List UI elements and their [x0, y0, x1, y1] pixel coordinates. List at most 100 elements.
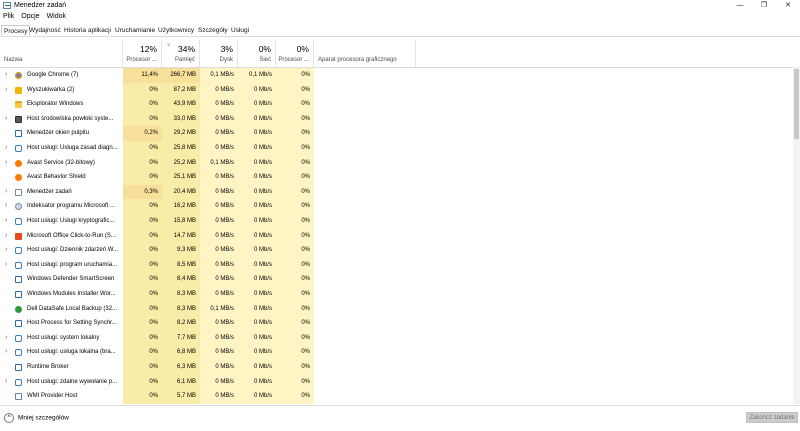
window-app-icon	[15, 276, 22, 284]
table-row[interactable]: › Host usługi: Usługi kryptografic... 0%…	[0, 214, 800, 229]
expand-chevron-icon[interactable]: ›	[5, 331, 7, 346]
menu-view[interactable]: Widok	[47, 13, 66, 20]
expand-chevron-icon[interactable]: ›	[5, 199, 7, 214]
expand-chevron-icon[interactable]: ›	[5, 243, 7, 258]
minimize-button[interactable]: —	[728, 0, 752, 12]
memory-cell: 14,7 MB	[162, 228, 200, 244]
table-row[interactable]: Windows Defender SmartScreen 0% 8,4 MB 0…	[0, 272, 800, 287]
table-row[interactable]: Avast Behavior Shield 0% 25,1 MB 0 MB/s …	[0, 170, 800, 185]
cpu-cell: 0%	[123, 170, 162, 185]
menu-file[interactable]: Plik	[3, 13, 14, 20]
network-cell: 0 Mb/s	[238, 243, 276, 258]
table-row[interactable]: › Host usługi: usługa lokalna (bra... 0%…	[0, 345, 800, 360]
tab-startup[interactable]: Uruchamianie	[113, 25, 157, 36]
expand-chevron-icon[interactable]: ›	[5, 258, 7, 273]
expand-chevron-icon[interactable]: ›	[5, 68, 7, 83]
table-row[interactable]: › Microsoft Office Click-to-Run (S... 0%…	[0, 228, 800, 244]
column-disk[interactable]: 3% Dysk	[200, 40, 238, 67]
disk-cell: 0 MB/s	[200, 316, 238, 331]
gpu-cell: 0%	[276, 287, 314, 302]
memory-cell: 6,8 MB	[162, 345, 200, 360]
column-gpu-engine[interactable]: Aparat procesora graficznego	[314, 40, 416, 67]
vertical-scrollbar[interactable]	[793, 67, 800, 404]
tab-services[interactable]: Usługi	[229, 25, 251, 36]
window-manager-icon	[15, 130, 22, 138]
close-button[interactable]: ✕	[776, 0, 800, 12]
process-name: Windows Defender SmartScreen	[27, 276, 115, 283]
disk-cell: 0 MB/s	[200, 345, 238, 360]
folder-icon	[15, 101, 22, 109]
table-row[interactable]: › Host usługi: program uruchamia... 0% 8…	[0, 257, 800, 273]
disk-cell: 0 MB/s	[200, 126, 238, 141]
menu-bar: Plik Opcje Widok	[0, 13, 70, 23]
memory-cell: 8,3 MB	[162, 287, 200, 302]
expand-chevron-icon[interactable]: ›	[5, 375, 7, 390]
indexer-icon	[15, 203, 22, 211]
expand-chevron-icon[interactable]: ›	[5, 185, 7, 200]
network-cell: 0 Mb/s	[238, 272, 276, 287]
fewer-details-button[interactable]: ^ Mniej szczegółów	[4, 413, 69, 423]
column-name[interactable]: Nazwa	[0, 40, 123, 67]
disk-cell: 0 MB/s	[200, 141, 238, 156]
cpu-total: 12%	[139, 44, 157, 54]
expand-chevron-icon[interactable]: ›	[5, 83, 7, 98]
end-task-button[interactable]: Zakończ zadanie	[746, 412, 798, 423]
table-row[interactable]: › Google Chrome (7) 11,4% 266,7 MB 0,1 M…	[0, 68, 800, 83]
table-row[interactable]: › Host usługi: Dziennik zdarzeń W... 0% …	[0, 243, 800, 258]
column-network[interactable]: 0% Sieć	[238, 40, 276, 67]
process-name-cell: › Host usługi: program uruchamia...	[0, 258, 123, 273]
task-manager-icon	[15, 188, 22, 196]
process-name-cell: WMI Provider Host	[0, 389, 123, 404]
menu-options[interactable]: Opcje	[21, 13, 39, 20]
table-row[interactable]: › Host środowiska powłoki syste... 0% 33…	[0, 111, 800, 127]
table-row[interactable]: Menedżer okien pulpitu 0,2% 29,2 MB 0 MB…	[0, 126, 800, 141]
memory-cell: 7,7 MB	[162, 330, 200, 346]
table-row[interactable]: Eksplorator Windows 0% 43,9 MB 0 MB/s 0 …	[0, 97, 800, 112]
tab-performance[interactable]: Wydajność	[27, 25, 63, 36]
gpu-cell: 0%	[276, 126, 314, 141]
scrollbar-thumb[interactable]	[794, 69, 799, 139]
tab-users[interactable]: Użytkownicy	[156, 25, 196, 36]
column-cpu[interactable]: 12% Procesor ...	[123, 40, 162, 67]
table-row[interactable]: › Menedżer zadań 0,3% 20,4 MB 0 MB/s 0 M…	[0, 184, 800, 200]
expand-chevron-icon[interactable]: ›	[5, 156, 7, 171]
cpu-cell: 0%	[123, 243, 162, 258]
table-row[interactable]: › Host usługi: Usługa zasad diagn... 0% …	[0, 141, 800, 156]
expand-chevron-icon[interactable]: ›	[5, 345, 7, 360]
table-row[interactable]: Windows Modules Installer Wor... 0% 8,3 …	[0, 287, 800, 302]
expand-chevron-icon[interactable]: ›	[5, 229, 7, 244]
expand-chevron-icon[interactable]: ›	[5, 141, 7, 156]
tab-app-history[interactable]: Historia aplikacji	[62, 25, 113, 36]
gpu-cell: 0%	[276, 155, 314, 171]
tab-details[interactable]: Szczegóły	[196, 25, 230, 36]
network-cell: 0 Mb/s	[238, 330, 276, 346]
process-list: › Google Chrome (7) 11,4% 266,7 MB 0,1 M…	[0, 68, 800, 404]
footer: ^ Mniej szczegółów Zakończ zadanie	[0, 405, 800, 431]
expand-chevron-icon[interactable]: ›	[5, 112, 7, 127]
column-memory-label: Pamięć	[174, 57, 195, 63]
process-name: Host usługi: Dziennik zdarzeń W...	[27, 247, 119, 254]
gear-icon	[15, 247, 22, 255]
table-row[interactable]: Runtime Broker 0% 6,3 MB 0 MB/s 0 Mb/s 0…	[0, 360, 800, 375]
gpu-cell: 0%	[276, 97, 314, 112]
network-cell: 0 Mb/s	[238, 199, 276, 214]
table-row[interactable]: WMI Provider Host 0% 5,7 MB 0 MB/s 0 Mb/…	[0, 389, 800, 404]
table-row[interactable]: › Host usługi: zdalne wywołanie p... 0% …	[0, 374, 800, 390]
column-memory[interactable]: ˅ 34% Pamięć	[162, 40, 200, 67]
table-row[interactable]: › Avast Service (32-bitowy) 0% 25,2 MB 0…	[0, 155, 800, 171]
window-app-icon	[15, 364, 22, 371]
table-row[interactable]: › Host usługi: system lokalny 0% 7,7 MB …	[0, 330, 800, 346]
column-gpu[interactable]: 0% Procesor ...	[276, 40, 314, 67]
cpu-cell: 0%	[123, 330, 162, 346]
expand-chevron-icon[interactable]: ›	[5, 214, 7, 229]
maximize-button[interactable]: ❐	[752, 0, 776, 12]
table-row[interactable]: › Indeksator programu Microsoft ... 0% 1…	[0, 199, 800, 214]
network-total: 0%	[258, 44, 271, 54]
gpu-cell: 0%	[276, 141, 314, 156]
table-row[interactable]: Host Process for Setting Synchr... 0% 8,…	[0, 316, 800, 331]
memory-cell: 8,3 MB	[162, 301, 200, 317]
table-row[interactable]: Dell DataSafe Local Backup (32... 0% 8,3…	[0, 301, 800, 317]
disk-cell: 0 MB/s	[200, 330, 238, 346]
table-row[interactable]: › Wyszukiwarka (2) 0% 87,2 MB 0 MB/s 0 M…	[0, 82, 800, 98]
cpu-cell: 0%	[123, 374, 162, 390]
